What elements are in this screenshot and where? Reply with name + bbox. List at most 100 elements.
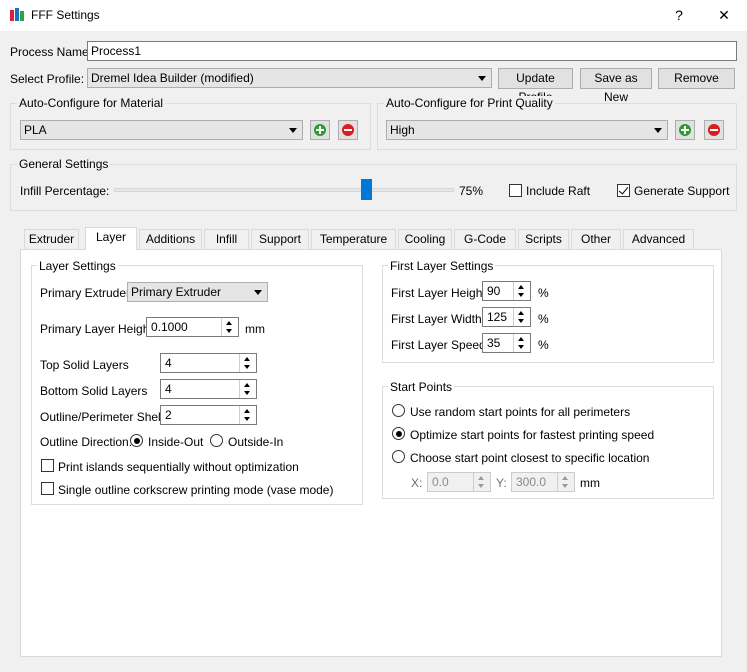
tab-g-code[interactable]: G-Code [454,229,516,249]
quality-dropdown-value: High [390,123,415,137]
layer-settings-title: Layer Settings [37,259,118,273]
spin-up-icon[interactable] [226,321,232,325]
start-points-title: Start Points [388,380,455,394]
tab-infill[interactable]: Infill [204,229,249,249]
remove-quality-button[interactable] [704,120,724,140]
spin-up-icon[interactable] [244,409,250,413]
tab-other[interactable]: Other [571,229,621,249]
primary-extruder-dropdown[interactable]: Primary Extruder [127,282,268,302]
include-raft-label: Include Raft [526,184,591,198]
add-material-button[interactable] [310,120,330,140]
include-raft-checkbox[interactable] [509,184,522,197]
start-x-spinbox[interactable]: 0.0 [427,472,491,492]
vase-mode-label: Single outline corkscrew printing mode (… [58,483,334,497]
profile-dropdown[interactable]: Dremel Idea Builder (modified) [87,68,492,88]
app-logo-icon [10,8,24,22]
start-y-spinbox[interactable]: 300.0 [511,472,575,492]
general-settings-title: General Settings [17,157,111,171]
start-point-unit: mm [580,476,600,490]
first-layer-speed-value: 35 [487,336,501,350]
close-button[interactable]: ✕ [709,4,739,26]
title-bar [0,0,747,31]
add-quality-button[interactable] [675,120,695,140]
start-x-value: 0.0 [432,475,449,489]
first-layer-height-unit: % [538,286,549,300]
spin-up-icon[interactable] [518,285,524,289]
random-start-points-label: Use random start points for all perimete… [410,405,631,419]
tab-layer[interactable]: Layer [85,227,137,250]
tab-support[interactable]: Support [251,229,309,249]
spin-down-icon[interactable] [226,329,232,333]
inside-out-radio[interactable] [130,434,143,447]
optimize-start-points-label: Optimize start points for fastest printi… [410,428,655,442]
print-islands-label: Print islands sequentially without optim… [58,460,299,474]
spin-down-icon[interactable] [244,365,250,369]
vase-mode-checkbox[interactable] [41,482,54,495]
closest-start-point-label: Choose start point closest to specific l… [410,451,650,465]
random-start-points-radio[interactable] [392,404,405,417]
tab-additions[interactable]: Additions [139,229,202,249]
first-layer-height-label: First Layer Height [391,286,486,300]
spin-up-icon[interactable] [244,357,250,361]
top-solid-layers-spinbox[interactable]: 4 [160,353,257,373]
spin-down-icon[interactable] [244,391,250,395]
spin-down-icon[interactable] [518,319,524,323]
tab-temperature[interactable]: Temperature [311,229,396,249]
infill-slider-thumb[interactable] [361,179,372,200]
add-icon [314,124,326,136]
quality-dropdown[interactable]: High [386,120,668,140]
spin-up-icon[interactable] [518,311,524,315]
optimize-start-points-radio[interactable] [392,427,405,440]
chevron-down-icon [654,128,662,133]
quality-group-title: Auto-Configure for Print Quality [384,96,555,110]
process-name-field[interactable]: Process1 [87,41,737,61]
tab-extruder[interactable]: Extruder [24,229,79,249]
print-islands-checkbox[interactable] [41,459,54,472]
chevron-down-icon [254,290,262,295]
primary-layer-height-label: Primary Layer Height [40,322,153,336]
material-dropdown[interactable]: PLA [20,120,303,140]
tab-scripts[interactable]: Scripts [518,229,569,249]
window-title: FFF Settings [31,8,100,22]
update-profile-button[interactable]: Update Profile [498,68,573,104]
top-solid-layers-label: Top Solid Layers [40,358,129,372]
material-group-title: Auto-Configure for Material [17,96,166,110]
primary-layer-height-spinbox[interactable]: 0.1000 [146,317,239,337]
infill-slider-track[interactable] [114,188,454,192]
first-layer-speed-spinbox[interactable]: 35 [482,333,531,353]
first-layer-width-value: 125 [487,310,508,324]
generate-support-checkbox[interactable] [617,184,630,197]
infill-percentage-value: 75% [459,184,484,198]
primary-layer-height-unit: mm [245,322,265,336]
tab-advanced[interactable]: Advanced [623,229,694,249]
spin-down-icon[interactable] [244,417,250,421]
spin-down-icon[interactable] [562,484,568,488]
spin-up-icon[interactable] [562,476,568,480]
closest-start-point-radio[interactable] [392,450,405,463]
first-layer-height-value: 90 [487,284,501,298]
spin-down-icon[interactable] [518,345,524,349]
remove-icon [342,124,354,136]
first-layer-width-label: First Layer Width [391,312,482,326]
spin-down-icon[interactable] [518,293,524,297]
spin-down-icon[interactable] [478,484,484,488]
spin-up-icon[interactable] [478,476,484,480]
primary-extruder-label: Primary Extruder [40,286,131,300]
select-profile-label: Select Profile: [10,72,85,86]
bottom-solid-layers-spinbox[interactable]: 4 [160,379,257,399]
spin-up-icon[interactable] [518,337,524,341]
first-layer-width-spinbox[interactable]: 125 [482,307,531,327]
chevron-down-icon [478,76,486,81]
spin-up-icon[interactable] [244,383,250,387]
remove-material-button[interactable] [338,120,358,140]
outside-in-radio[interactable] [210,434,223,447]
first-layer-height-spinbox[interactable]: 90 [482,281,531,301]
outline-shells-spinbox[interactable]: 2 [160,405,257,425]
material-dropdown-value: PLA [24,123,47,137]
help-button[interactable]: ? [664,4,694,26]
tab-cooling[interactable]: Cooling [398,229,452,249]
generate-support-label: Generate Support [634,184,730,198]
first-layer-settings-title: First Layer Settings [388,259,496,273]
save-as-new-button[interactable]: Save as New [580,68,652,104]
remove-profile-button[interactable]: Remove [658,68,735,89]
